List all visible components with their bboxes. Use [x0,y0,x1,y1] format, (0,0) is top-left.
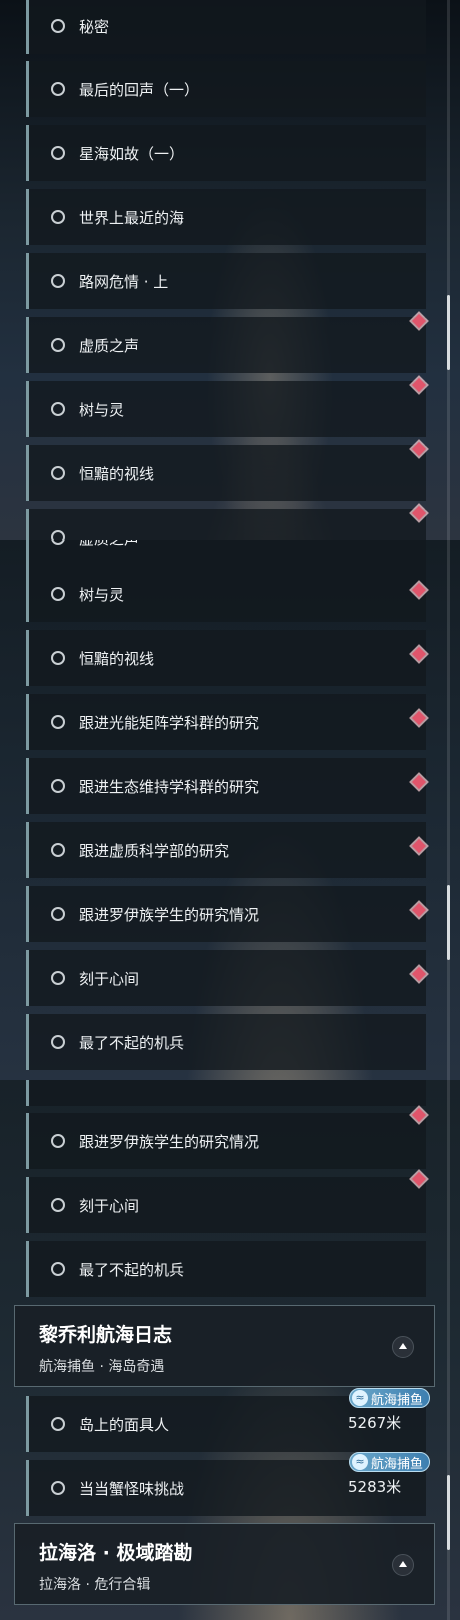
group-title: 拉海洛 · 极域踏勘 [39,1542,193,1564]
quest-item[interactable]: 树与灵 [26,381,426,437]
badge-label: 航海捕鱼 [370,1456,423,1472]
quest-label: 最后的回声（一） [79,80,200,99]
quest-item[interactable]: 跟进光能矩阵学科群的研究 [26,694,426,750]
quest-item[interactable]: 最后的回声（一） [26,61,426,117]
quest-label: 跟进罗伊族学生的研究情况 [79,905,260,924]
quest-label: 跟进光能矩阵学科群的研究 [79,713,260,732]
quest-label: 刻于心间 [79,969,140,988]
status-circle-icon [51,1198,65,1212]
quest-item[interactable]: 跟进罗伊族学生的研究情况 [26,1113,426,1169]
status-circle-icon [51,651,65,665]
quest-item[interactable]: 星海如故（一） [26,125,426,181]
group-title: 黎乔利航海日志 [39,1324,173,1346]
status-circle-icon [51,540,65,545]
quest-item[interactable] [26,509,426,540]
quest-item[interactable]: 最了不起的机兵 [26,1014,426,1070]
quest-item[interactable]: 跟进生态维持学科群的研究 [26,758,426,814]
scrollbar-track[interactable] [447,0,450,540]
quest-list-panel-1: 秘密 最后的回声（一） 星海如故（一） 世界上最近的海 路网危情 · 上 虚质之… [0,0,460,540]
activity-badge: ≈ 航海捕鱼 [348,1452,430,1472]
quest-list-panel-2: 虚质之声 树与灵 恒黯的视线 跟进光能矩阵学科群的研究 跟进生态维持学科群的研究… [0,540,460,1080]
quest-item[interactable]: 虚质之声 [26,317,426,373]
status-circle-icon [51,338,65,352]
quest-list-panel-3: 跟进罗伊族学生的研究情况 刻于心间 最了不起的机兵 黎乔利航海日志 航海捕鱼 ·… [0,1080,460,1620]
status-circle-icon [51,530,65,540]
scrollbar-thumb[interactable] [447,1475,450,1550]
status-circle-icon [51,843,65,857]
status-circle-icon [51,971,65,985]
scrollbar-thumb[interactable] [447,885,450,960]
quest-label: 恒黯的视线 [79,649,155,668]
quest-label: 虚质之声 [79,540,139,549]
scrollbar-thumb[interactable] [447,295,450,370]
status-circle-icon [51,1481,65,1495]
wave-icon: ≈ [351,1454,368,1470]
quest-label: 跟进虚质科学部的研究 [79,841,230,860]
quest-label: 世界上最近的海 [79,208,185,227]
quest-label: 路网危情 · 上 [79,272,169,291]
status-circle-icon [51,779,65,793]
group-subtitle: 拉海洛 · 危行合辑 [39,1577,151,1593]
status-circle-icon [51,907,65,921]
status-circle-icon [51,466,65,480]
status-circle-icon [51,587,65,601]
quest-item[interactable]: 跟进罗伊族学生的研究情况 [26,886,426,942]
quest-item[interactable] [26,1080,426,1106]
quest-label: 刻于心间 [79,1196,140,1215]
quest-label: 树与灵 [79,585,125,604]
quest-label: 跟进生态维持学科群的研究 [79,777,260,796]
quest-item[interactable]: 最了不起的机兵 [26,1241,426,1297]
scrollbar-track[interactable] [447,540,450,1080]
activity-badge: ≈ 航海捕鱼 [348,1388,430,1408]
quest-label: 星海如故（一） [79,144,185,163]
status-circle-icon [51,1134,65,1148]
status-circle-icon [51,274,65,288]
status-circle-icon [51,715,65,729]
status-circle-icon [51,82,65,96]
quest-label: 最了不起的机兵 [79,1033,185,1052]
quest-label: 当当蟹怪味挑战 [79,1479,185,1498]
distance-label: 5267米 [348,1414,402,1432]
badge-label: 航海捕鱼 [370,1392,423,1408]
group-subtitle: 航海捕鱼 · 海岛奇遇 [39,1359,165,1375]
quest-item[interactable]: 刻于心间 [26,1177,426,1233]
quest-item[interactable]: 刻于心间 [26,950,426,1006]
quest-item[interactable]: 世界上最近的海 [26,189,426,245]
status-circle-icon [51,210,65,224]
quest-item[interactable]: 树与灵 [26,566,426,622]
quest-label: 虚质之声 [79,336,140,355]
quest-group-header[interactable]: 拉海洛 · 极域踏勘 拉海洛 · 危行合辑 [14,1523,435,1605]
quest-label: 最了不起的机兵 [79,1260,185,1279]
status-circle-icon [51,402,65,416]
quest-item[interactable]: 恒黯的视线 [26,630,426,686]
quest-label: 跟进罗伊族学生的研究情况 [79,1132,260,1151]
distance-label: 5283米 [348,1478,402,1496]
quest-label: 岛上的面具人 [79,1415,170,1434]
chevron-up-icon[interactable] [392,1554,414,1576]
status-circle-icon [51,1035,65,1049]
quest-item[interactable]: 跟进虚质科学部的研究 [26,822,426,878]
status-circle-icon [51,19,65,33]
wave-icon: ≈ [351,1390,368,1406]
status-circle-icon [51,1262,65,1276]
status-circle-icon [51,146,65,160]
quest-item[interactable]: 秘密 [26,0,426,54]
quest-label: 秘密 [79,17,110,36]
quest-label: 恒黯的视线 [79,464,155,483]
quest-group-header[interactable]: 黎乔利航海日志 航海捕鱼 · 海岛奇遇 [14,1305,435,1387]
status-circle-icon [51,1417,65,1431]
quest-item[interactable]: 恒黯的视线 [26,445,426,501]
quest-item[interactable]: 路网危情 · 上 [26,253,426,309]
chevron-up-icon[interactable] [392,1336,414,1358]
quest-item[interactable]: 虚质之声 [26,540,426,566]
quest-label: 树与灵 [79,400,125,419]
